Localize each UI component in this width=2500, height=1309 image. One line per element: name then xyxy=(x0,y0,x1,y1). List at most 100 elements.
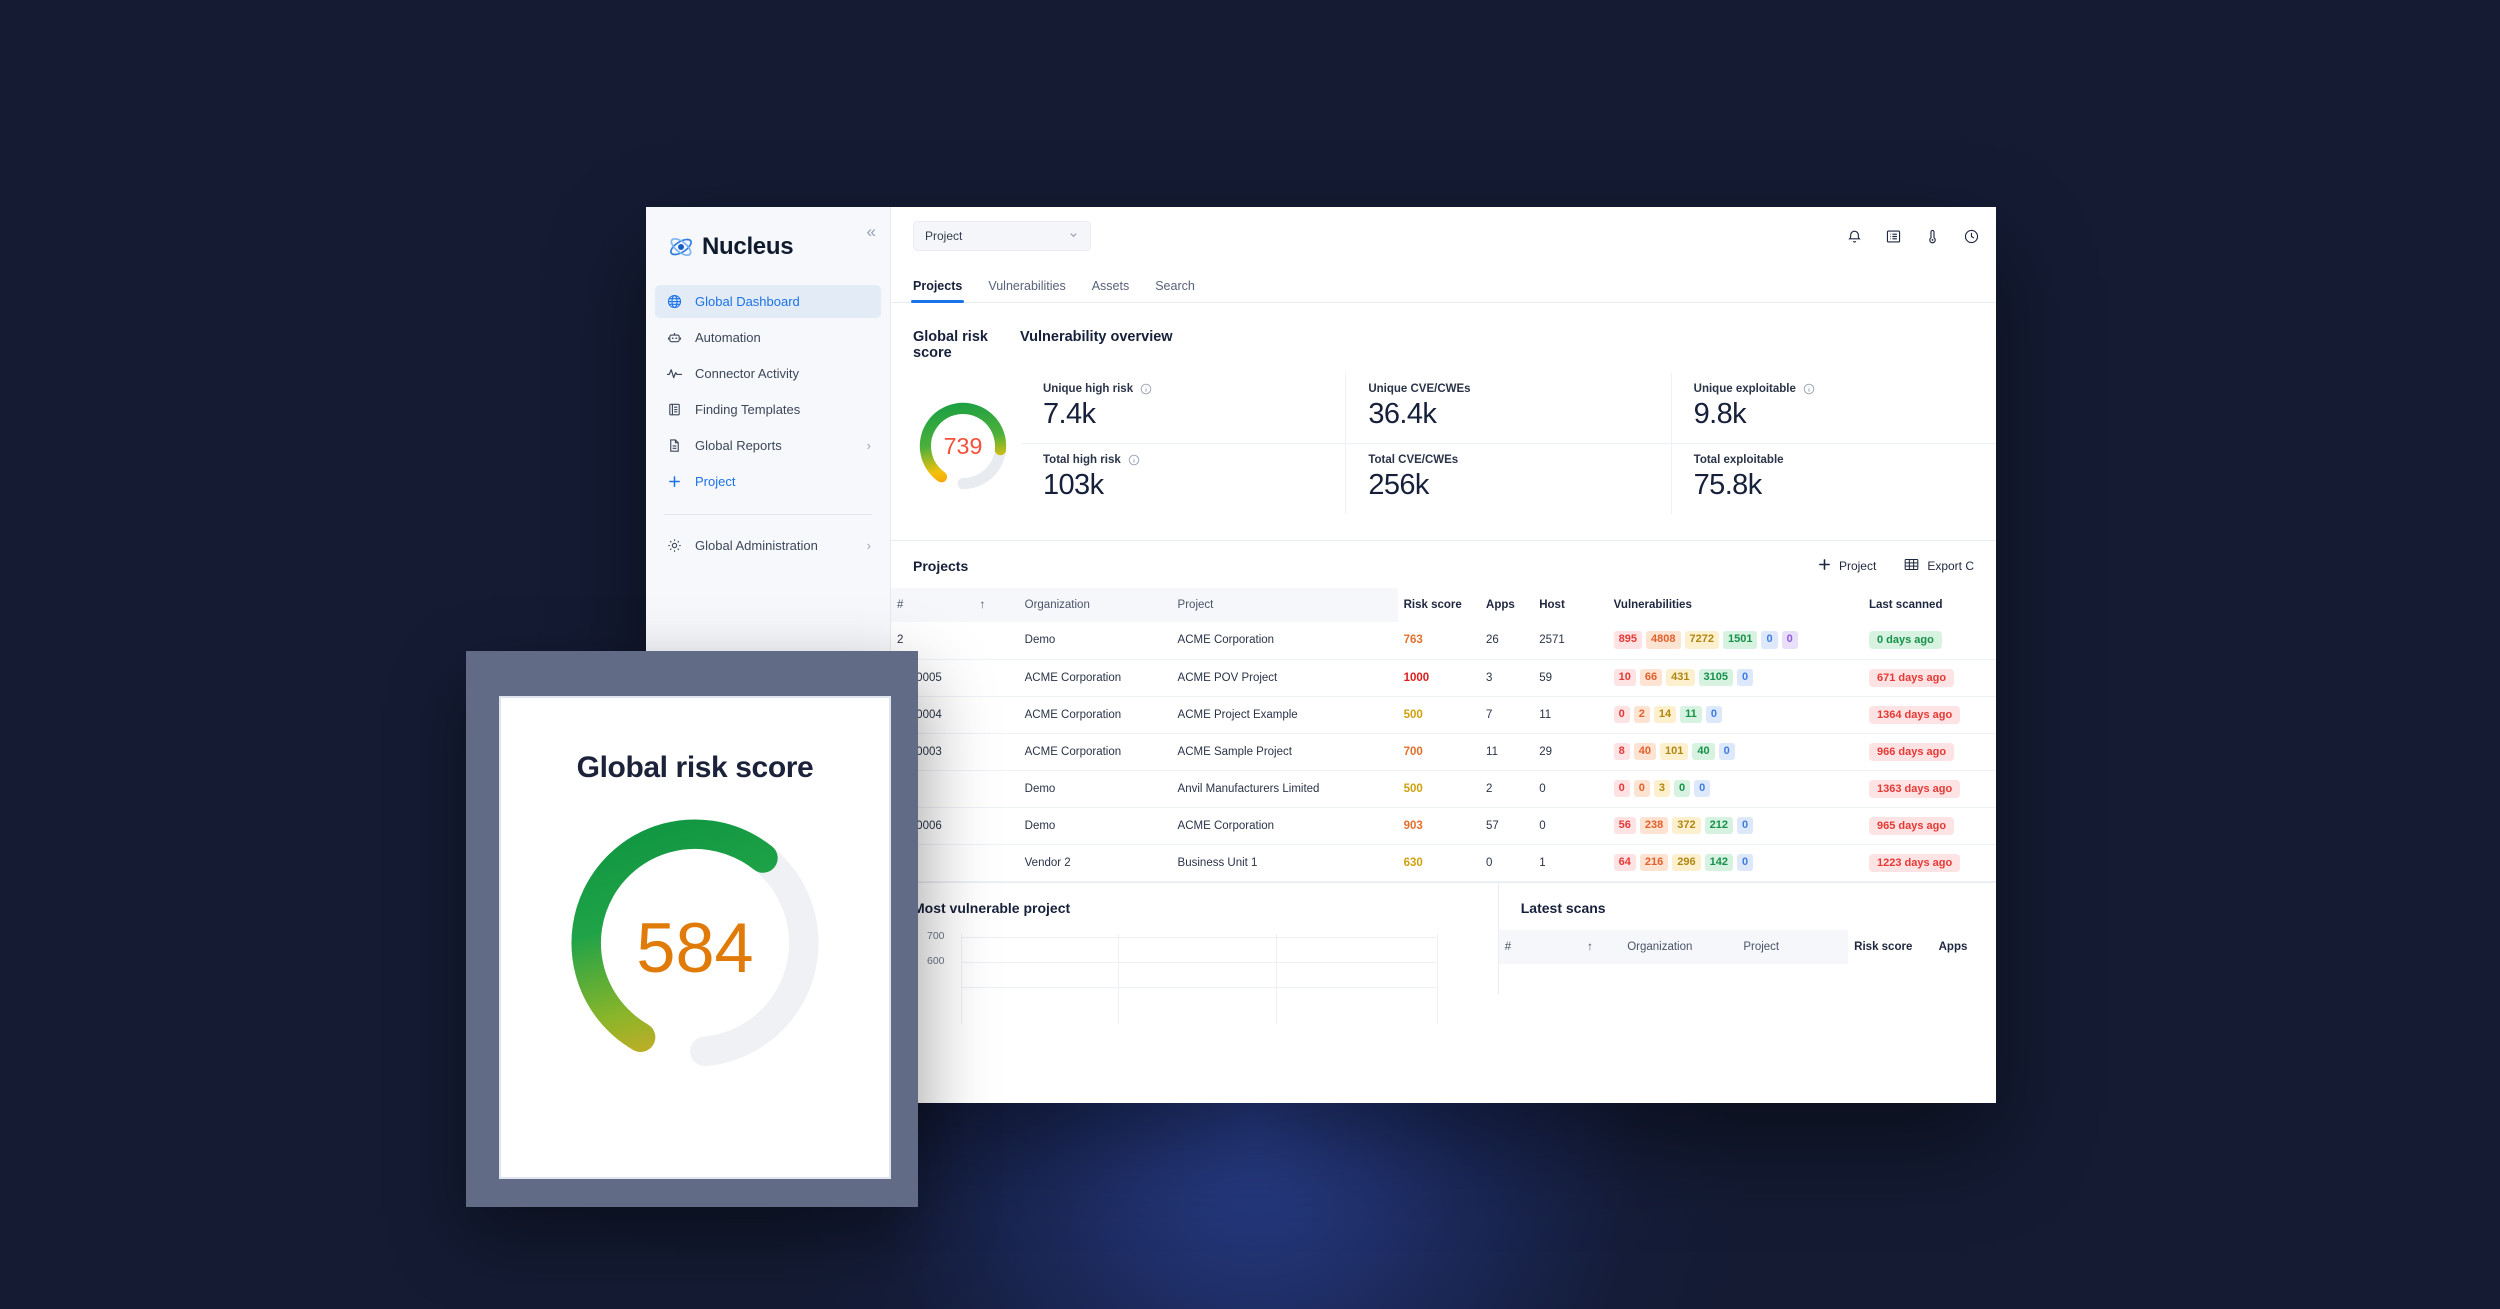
vulnerability-badge[interactable]: 216 xyxy=(1640,854,1668,872)
vulnerability-badge[interactable]: 2 xyxy=(1634,706,1650,724)
vulnerability-badge[interactable]: 372 xyxy=(1672,817,1700,835)
cell-project-link[interactable]: ACME Sample Project xyxy=(1172,733,1398,770)
vulnerability-badge[interactable]: 895 xyxy=(1614,631,1642,649)
vulnerability-badge[interactable]: 40 xyxy=(1692,743,1714,761)
sidebar-item-finding-templates[interactable]: Finding Templates xyxy=(655,393,881,426)
vulnerability-badge[interactable]: 0 xyxy=(1694,780,1710,798)
sidebar-item-global-administration[interactable]: Global Administration › xyxy=(655,529,881,562)
table-row[interactable]: 5000003ACME CorporationACME Sample Proje… xyxy=(891,733,1996,770)
chart-ytick: 700 xyxy=(927,930,945,942)
table-row[interactable]: 5000005ACME CorporationACME POV Project1… xyxy=(891,659,1996,696)
column-header-organization[interactable]: Organization xyxy=(1621,930,1737,964)
cell-project-link[interactable]: Business Unit 1 xyxy=(1172,844,1398,881)
cell-project-link[interactable]: ACME POV Project xyxy=(1172,659,1398,696)
sidebar-item-global-reports[interactable]: Global Reports › xyxy=(655,429,881,462)
column-header-apps[interactable]: Apps xyxy=(1933,930,1996,964)
sidebar-item-automation[interactable]: Automation xyxy=(655,321,881,354)
vulnerability-badge[interactable]: 0 xyxy=(1782,631,1798,649)
kpi-unique-high-risk: Unique high risk 7.4k xyxy=(1021,373,1345,443)
global-risk-score-overlay-card: Global risk score 584 xyxy=(466,651,918,1207)
vulnerability-badge[interactable]: 0 xyxy=(1719,743,1735,761)
column-header-project[interactable]: Project xyxy=(1737,930,1848,964)
vulnerability-badge[interactable]: 0 xyxy=(1706,706,1722,724)
column-header-vulnerabilities[interactable]: Vulnerabilities xyxy=(1608,588,1863,622)
table-row[interactable]: 22Vendor 2Business Unit 1630016421629614… xyxy=(891,844,1996,881)
vulnerability-badge[interactable]: 0 xyxy=(1674,780,1690,798)
table-row[interactable]: 5000006DemoACME Corporation9035705623837… xyxy=(891,807,1996,844)
column-header-number[interactable]: # xyxy=(1499,930,1581,964)
column-header-sort-arrow[interactable]: ↑ xyxy=(973,588,1018,622)
vulnerability-badge[interactable]: 66 xyxy=(1640,669,1662,687)
table-row[interactable]: 3DemoAnvil Manufacturers Limited50020003… xyxy=(891,770,1996,807)
vulnerability-badge[interactable]: 3105 xyxy=(1699,669,1733,687)
vulnerability-badge[interactable]: 238 xyxy=(1640,817,1668,835)
content-scroll-area[interactable]: Global risk score Vulnerability overview xyxy=(891,303,1996,1103)
tab-assets[interactable]: Assets xyxy=(1092,279,1130,302)
vulnerability-badge[interactable]: 0 xyxy=(1737,854,1753,872)
vulnerability-badge[interactable]: 7272 xyxy=(1685,631,1719,649)
bell-icon[interactable] xyxy=(1846,228,1863,245)
tab-vulnerabilities[interactable]: Vulnerabilities xyxy=(988,279,1065,302)
vulnerability-badge[interactable]: 296 xyxy=(1672,854,1700,872)
cell-organization: Demo xyxy=(1019,770,1172,807)
cell-project-link[interactable]: ACME Project Example xyxy=(1172,696,1398,733)
info-icon[interactable] xyxy=(1140,383,1152,395)
vulnerability-badge[interactable]: 4808 xyxy=(1646,631,1680,649)
sidebar-item-global-dashboard[interactable]: Global Dashboard xyxy=(655,285,881,318)
cell-project-link[interactable]: ACME Corporation xyxy=(1172,807,1398,844)
column-header-host[interactable]: Host xyxy=(1533,588,1607,622)
last-scanned-pill: 966 days ago xyxy=(1869,743,1954,761)
vulnerability-badge[interactable]: 101 xyxy=(1660,743,1688,761)
clock-icon[interactable] xyxy=(1963,228,1980,245)
vulnerability-badge[interactable]: 431 xyxy=(1666,669,1694,687)
column-header-number[interactable]: # xyxy=(891,588,973,622)
export-csv-button[interactable]: Export C xyxy=(1904,558,1974,574)
kpi-value: 36.4k xyxy=(1368,398,1670,431)
tab-projects[interactable]: Projects xyxy=(913,279,962,302)
table-row[interactable]: 5000004ACME CorporationACME Project Exam… xyxy=(891,696,1996,733)
vulnerability-badge[interactable]: 142 xyxy=(1705,854,1733,872)
thermometer-icon[interactable] xyxy=(1924,228,1941,245)
vulnerability-badge[interactable]: 10 xyxy=(1614,669,1636,687)
project-select[interactable]: Project xyxy=(913,221,1091,251)
vulnerability-badge[interactable]: 8 xyxy=(1614,743,1630,761)
vulnerability-badge[interactable]: 1501 xyxy=(1723,631,1757,649)
column-header-apps[interactable]: Apps xyxy=(1480,588,1533,622)
cell-project-link[interactable]: Anvil Manufacturers Limited xyxy=(1172,770,1398,807)
column-header-sort-arrow[interactable]: ↑ xyxy=(1581,930,1621,964)
vulnerability-badge[interactable]: 212 xyxy=(1705,817,1733,835)
table-row[interactable]: 2DemoACME Corporation7632625718954808727… xyxy=(891,622,1996,659)
vulnerability-badge[interactable]: 40 xyxy=(1634,743,1656,761)
vulnerability-badge[interactable]: 64 xyxy=(1614,854,1636,872)
column-header-last-scanned[interactable]: Last scanned xyxy=(1863,588,1996,622)
vulnerability-badge[interactable]: 0 xyxy=(1737,669,1753,687)
nucleus-atom-logo-icon xyxy=(668,234,694,260)
tab-search[interactable]: Search xyxy=(1155,279,1195,302)
column-header-risk-score[interactable]: Risk score xyxy=(1398,588,1480,622)
info-icon[interactable] xyxy=(1128,454,1140,466)
info-icon[interactable] xyxy=(1803,383,1815,395)
project-select-value: Project xyxy=(925,229,962,243)
vulnerability-badge[interactable]: 3 xyxy=(1654,780,1670,798)
cell-project-link[interactable]: ACME Corporation xyxy=(1172,622,1398,659)
sidebar-item-project[interactable]: Project xyxy=(655,465,881,498)
vulnerability-badge[interactable]: 0 xyxy=(1614,706,1630,724)
add-project-button[interactable]: Project xyxy=(1818,558,1876,574)
vulnerability-badge[interactable]: 11 xyxy=(1680,706,1702,724)
column-header-organization[interactable]: Organization xyxy=(1019,588,1172,622)
cell-apps: 3 xyxy=(1480,659,1533,696)
cell-risk-score: 500 xyxy=(1398,696,1480,733)
vulnerability-badge[interactable]: 0 xyxy=(1614,780,1630,798)
vulnerability-badge[interactable]: 56 xyxy=(1614,817,1636,835)
vulnerability-badge[interactable]: 0 xyxy=(1737,817,1753,835)
last-scanned-pill: 965 days ago xyxy=(1869,817,1954,835)
column-header-risk-score[interactable]: Risk score xyxy=(1848,930,1932,964)
vulnerability-badge[interactable]: 0 xyxy=(1761,631,1777,649)
sidebar-collapse-button[interactable]: « xyxy=(867,223,876,240)
kpi-grid: Unique high risk 7.4k xyxy=(1021,373,1996,514)
vulnerability-badge[interactable]: 14 xyxy=(1654,706,1676,724)
column-header-project[interactable]: Project xyxy=(1172,588,1398,622)
list-icon[interactable] xyxy=(1885,228,1902,245)
vulnerability-badge[interactable]: 0 xyxy=(1634,780,1650,798)
sidebar-item-connector-activity[interactable]: Connector Activity xyxy=(655,357,881,390)
